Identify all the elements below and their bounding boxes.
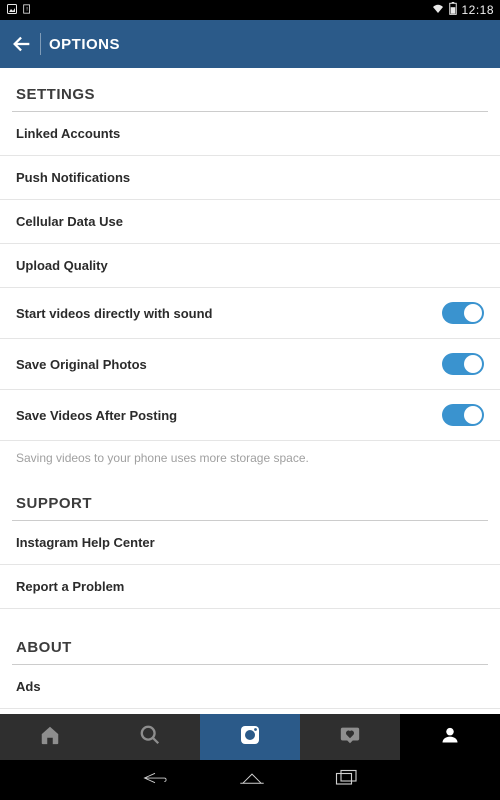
nav-recents[interactable] [335, 769, 359, 792]
row-help-center[interactable]: Instagram Help Center [0, 521, 500, 565]
tab-camera[interactable] [200, 714, 300, 760]
bottom-tabbar [0, 714, 500, 760]
toggle-save-videos[interactable] [442, 404, 484, 426]
home-icon [39, 724, 61, 751]
row-cellular-data[interactable]: Cellular Data Use [0, 200, 500, 244]
page-title: OPTIONS [49, 36, 120, 53]
camera-icon [238, 723, 262, 752]
row-label: Save Videos After Posting [16, 408, 177, 423]
header-divider [40, 33, 41, 55]
toggle-save-photos[interactable] [442, 353, 484, 375]
sim-icon: ! [22, 3, 32, 18]
app-header: OPTIONS [0, 20, 500, 68]
row-ads[interactable]: Ads [0, 665, 500, 709]
search-icon [139, 724, 161, 751]
tab-profile[interactable] [400, 714, 500, 760]
row-label: Start videos directly with sound [16, 306, 212, 321]
row-label: Cellular Data Use [16, 214, 123, 229]
nav-back[interactable] [141, 769, 169, 792]
section-header-settings: SETTINGS [0, 68, 500, 111]
row-label: Push Notifications [16, 170, 130, 185]
tab-activity[interactable] [300, 714, 400, 760]
row-upload-quality[interactable]: Upload Quality [0, 244, 500, 288]
row-save-photos[interactable]: Save Original Photos [0, 339, 500, 390]
row-videos-sound[interactable]: Start videos directly with sound [0, 288, 500, 339]
wifi-icon [431, 3, 445, 18]
tab-search[interactable] [100, 714, 200, 760]
row-label: Save Original Photos [16, 357, 147, 372]
battery-icon [449, 2, 457, 18]
row-report-problem[interactable]: Report a Problem [0, 565, 500, 609]
section-header-support: SUPPORT [0, 487, 500, 520]
row-save-videos[interactable]: Save Videos After Posting [0, 390, 500, 441]
image-icon [6, 3, 18, 18]
settings-hint: Saving videos to your phone uses more st… [0, 441, 500, 487]
row-label: Linked Accounts [16, 126, 120, 141]
row-push-notifications[interactable]: Push Notifications [0, 156, 500, 200]
row-label: Upload Quality [16, 258, 108, 273]
svg-text:!: ! [26, 7, 28, 13]
row-label: Instagram Help Center [16, 535, 155, 550]
nav-home[interactable] [239, 769, 265, 792]
profile-icon [440, 725, 460, 750]
tab-home[interactable] [0, 714, 100, 760]
android-navbar [0, 760, 500, 800]
back-button[interactable] [8, 30, 36, 58]
android-statusbar: ! 12:18 [0, 0, 500, 20]
activity-icon [339, 724, 361, 751]
row-label: Ads [16, 679, 41, 694]
statusbar-time: 12:18 [461, 3, 494, 17]
row-label: Report a Problem [16, 579, 124, 594]
section-header-about: ABOUT [0, 631, 500, 664]
settings-scroll[interactable]: SETTINGS Linked Accounts Push Notificati… [0, 68, 500, 714]
row-linked-accounts[interactable]: Linked Accounts [0, 112, 500, 156]
toggle-videos-sound[interactable] [442, 302, 484, 324]
